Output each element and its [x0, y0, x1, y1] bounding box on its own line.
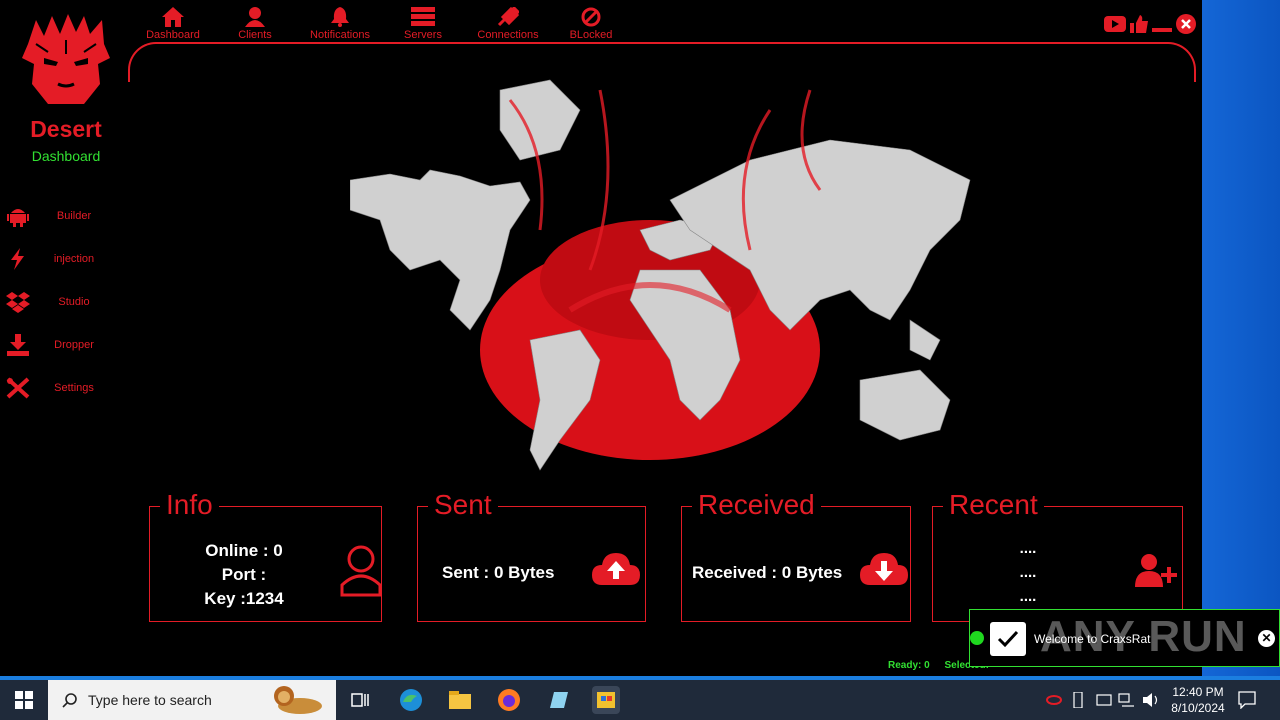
thumbs-up-icon[interactable]: [1130, 15, 1148, 33]
nav-item-blocked[interactable]: BLocked: [566, 4, 616, 42]
notification-center-icon[interactable]: [1238, 691, 1256, 709]
cloud-upload-icon: [592, 553, 640, 585]
sidebar-item-label: injection: [53, 253, 95, 265]
sidebar-item-label: Settings: [54, 382, 94, 394]
taskbar-clock[interactable]: 12:40 PM 8/10/2024: [1160, 684, 1236, 716]
search-icon: [62, 693, 77, 708]
watermark-text: ANY RUN: [1040, 612, 1247, 661]
nav-label: Servers: [404, 29, 442, 41]
taskbar: Type here to search 12:40 PM 8/10/2024: [0, 676, 1280, 720]
tray-app-icon[interactable]: [1046, 693, 1062, 707]
sent-card-title: Sent: [428, 487, 498, 523]
notepad-icon[interactable]: [544, 686, 572, 714]
windows-icon: [15, 691, 33, 709]
close-icon[interactable]: [1176, 14, 1196, 34]
desktop-background: [1202, 0, 1280, 680]
sidebar: Desert Dashboard Builder injection Studi…: [0, 0, 132, 680]
nav-item-servers[interactable]: Servers: [398, 4, 448, 42]
meet-now-icon[interactable]: [1096, 692, 1112, 708]
sidebar-item-builder[interactable]: Builder: [6, 203, 130, 229]
recent-card-title: Recent: [943, 487, 1044, 523]
sidebar-item-studio[interactable]: Studio: [6, 289, 130, 315]
info-card: Info Online : 0 Port : Key :1234: [149, 487, 382, 622]
nav-label: Notifications: [310, 29, 370, 41]
sent-bytes: Sent : 0 Bytes: [442, 563, 555, 582]
recent-item: ....: [1019, 588, 1037, 605]
avatar: [22, 14, 110, 104]
checkmark-icon: [990, 622, 1026, 656]
cloud-download-icon: [860, 553, 908, 585]
task-view-icon[interactable]: [346, 686, 374, 714]
port-value: Port :: [221, 565, 267, 584]
received-card: Received Received : 0 Bytes: [681, 487, 911, 622]
sidebar-item-label: Studio: [58, 296, 90, 308]
craxsrat-app-icon[interactable]: [592, 686, 620, 714]
sidebar-item-settings[interactable]: Settings: [6, 375, 130, 401]
ready-status: Ready: 0: [888, 660, 930, 671]
online-count: Online : 0: [205, 541, 283, 560]
received-card-title: Received: [692, 487, 821, 523]
received-bytes: Received : 0 Bytes: [692, 563, 843, 582]
sidebar-item-dropper[interactable]: Dropper: [6, 332, 130, 358]
info-card-title: Info: [160, 487, 219, 523]
toast-close-button[interactable]: ✕: [1258, 630, 1275, 647]
sidebar-item-injection[interactable]: injection: [6, 246, 130, 272]
nav-item-connections[interactable]: Connections: [474, 4, 542, 42]
search-placeholder: Type here to search: [88, 692, 212, 708]
blocked-icon: [581, 7, 601, 27]
usb-device-icon[interactable]: [1072, 692, 1084, 708]
plug-icon: [497, 7, 519, 27]
window-controls: [1104, 12, 1196, 36]
taskbar-search[interactable]: Type here to search: [48, 680, 336, 720]
recent-list: .... .... ....: [933, 537, 1123, 609]
sidebar-item-label: Dropper: [54, 339, 94, 351]
servers-icon: [411, 7, 435, 26]
recent-item: ....: [1019, 540, 1037, 557]
recent-card: Recent .... .... ....: [932, 487, 1183, 622]
minimize-icon[interactable]: [1152, 15, 1172, 33]
sent-card: Sent Sent : 0 Bytes: [417, 487, 646, 622]
recent-item: ....: [1019, 564, 1037, 581]
lion-search-highlight-icon: [274, 686, 322, 714]
user-icon: [245, 7, 265, 27]
clock-date: 8/10/2024: [1171, 701, 1225, 715]
nav-label: BLocked: [569, 29, 613, 41]
app-window: Desert Dashboard Builder injection Studi…: [0, 0, 1202, 680]
file-explorer-icon[interactable]: [446, 686, 474, 714]
online-indicator: [970, 631, 984, 645]
nav-label: Clients: [238, 29, 272, 41]
youtube-icon[interactable]: [1104, 16, 1126, 32]
nav-label: Dashboard: [146, 29, 200, 41]
sidebar-item-label: Builder: [56, 210, 92, 222]
network-icon[interactable]: [1118, 692, 1136, 708]
user-add-icon: [1135, 554, 1177, 587]
user-outline-icon: [340, 545, 382, 597]
world-map-image: [350, 79, 971, 471]
nav-item-clients[interactable]: Clients: [230, 4, 280, 42]
clock-time: 12:40 PM: [1172, 685, 1224, 699]
home-icon: [162, 7, 184, 27]
volume-icon[interactable]: [1142, 692, 1160, 708]
nav-label: Connections: [477, 29, 539, 41]
info-card-values: Online : 0 Port : Key :1234: [150, 539, 338, 611]
nav-item-notifications[interactable]: Notifications: [305, 4, 375, 42]
bell-icon: [331, 7, 349, 27]
brand-subtitle: Dashboard: [31, 148, 101, 164]
key-value: Key :1234: [204, 589, 284, 608]
nav-item-dashboard[interactable]: Dashboard: [140, 4, 206, 42]
start-button[interactable]: [0, 680, 48, 720]
firefox-icon[interactable]: [495, 686, 523, 714]
edge-browser-icon[interactable]: [397, 686, 425, 714]
brand-title: Desert: [30, 116, 102, 142]
